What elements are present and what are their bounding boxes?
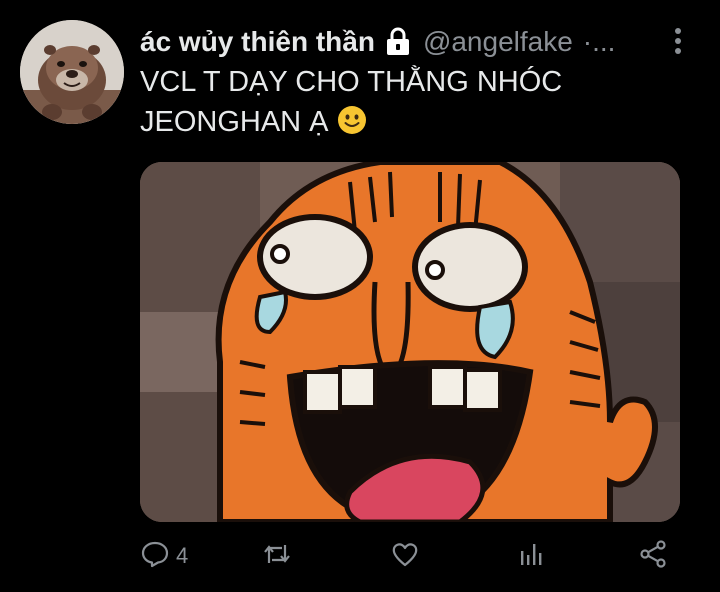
analytics-icon (516, 539, 546, 574)
otter-avatar-image (20, 20, 124, 124)
reply-icon (140, 539, 170, 574)
share-icon (638, 539, 668, 574)
tweet-text-line-2: JEONGHAN Ạ (140, 102, 680, 146)
tweet-media-image[interactable] (140, 162, 680, 522)
tweet-header: ác wủy thiên thần @angelfake ·... (140, 22, 660, 62)
like-button[interactable] (390, 536, 420, 576)
retweet-icon (262, 539, 292, 574)
tweet-text-line-1: VCL T DẠY CHO THẰNG NHÓC (140, 66, 563, 98)
lock-icon (383, 27, 413, 57)
tweet[interactable]: ác wủy thiên thần @angelfake ·... VCL T … (0, 0, 720, 592)
analytics-button[interactable] (516, 536, 546, 576)
reply-button[interactable]: 4 (140, 536, 188, 576)
tweet-actions: 4 (140, 536, 680, 576)
tweet-text-line-2-text: JEONGHAN Ạ (140, 106, 329, 138)
display-name[interactable]: ác wủy thiên thần (140, 26, 375, 58)
crying-cartoon-image (140, 162, 680, 522)
retweet-button[interactable] (262, 536, 292, 576)
slightly-smiling-emoji-icon (337, 105, 367, 146)
more-vertical-icon[interactable] (668, 26, 688, 56)
handle[interactable]: @angelfake (423, 26, 573, 58)
timestamp-ellipsis: ·... (582, 26, 616, 57)
avatar[interactable] (20, 20, 124, 124)
share-button[interactable] (638, 536, 668, 576)
heart-icon (390, 539, 420, 574)
reply-count: 4 (176, 543, 189, 568)
tweet-text: VCL T DẠY CHO THẰNG NHÓC JEONGHAN Ạ (140, 62, 680, 146)
